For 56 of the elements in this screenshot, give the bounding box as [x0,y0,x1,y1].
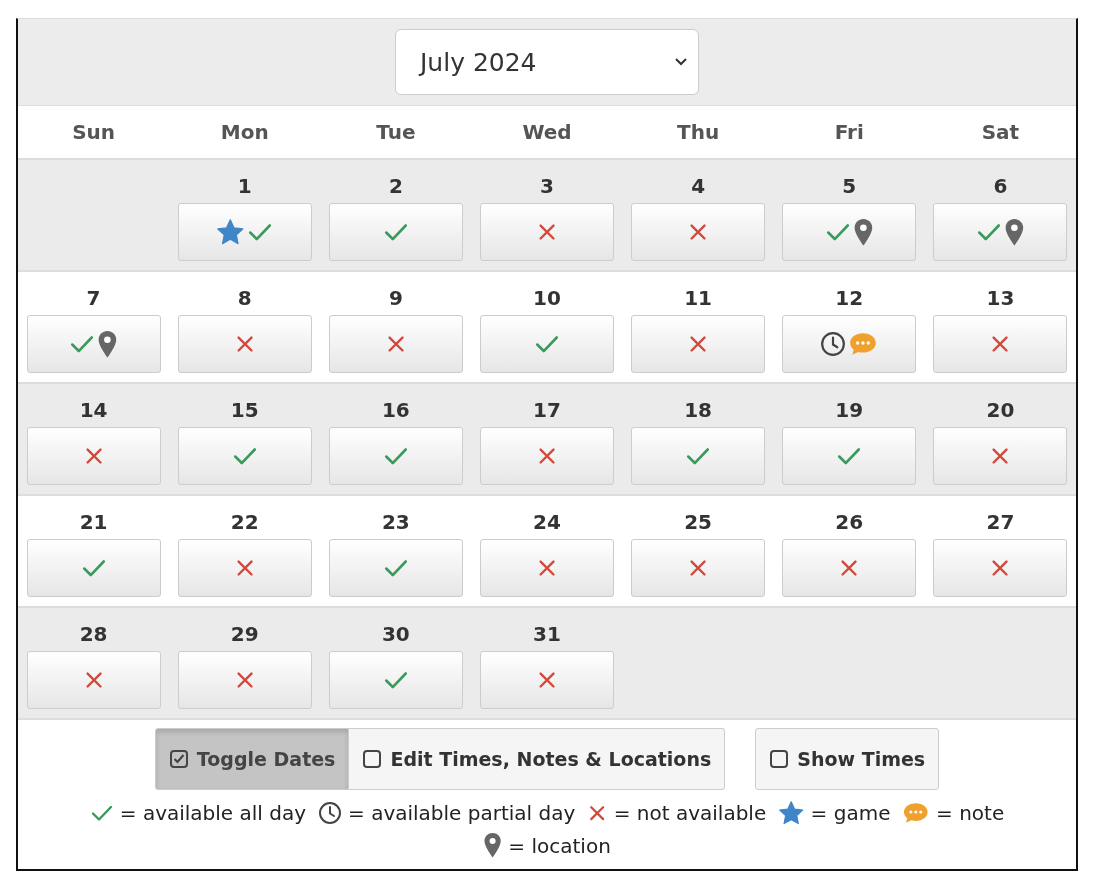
star-icon [216,217,245,247]
day-number: 5 [842,173,857,199]
day-button[interactable] [933,203,1068,261]
speech-bubble-icon [848,331,879,357]
legend-label: = note [936,801,1005,826]
day-number: 29 [230,621,259,647]
day-number: 26 [835,509,864,535]
day-number: 24 [533,509,561,535]
toggle-button[interactable]: Edit Times, Notes & Locations [349,728,726,790]
clock-icon [820,331,847,357]
day-number: 20 [986,397,1015,423]
day-number: 21 [79,509,108,535]
legend-label: = location [508,833,611,858]
legend-label: = not available [613,801,767,826]
month-select[interactable]: July 2024 [395,29,699,95]
clock-icon [318,801,343,826]
day-button[interactable] [782,315,917,373]
day-number: 18 [684,397,713,423]
day-number: 28 [79,621,108,647]
day-number: 6 [993,173,1008,199]
star-icon [778,800,805,827]
day-number: 10 [533,285,561,311]
day-number: 27 [986,509,1015,535]
day-number: 2 [388,173,403,199]
day-number: 4 [691,173,706,199]
toggle-button[interactable]: Show Times [755,728,940,790]
day-number: 25 [684,509,713,535]
chevron-down-icon [674,57,688,67]
day-number: 22 [230,509,259,535]
day-number: 16 [381,397,410,423]
legend-label: = available all day [119,801,307,826]
day-number: 9 [388,285,403,311]
day-button[interactable] [26,315,161,373]
day-number: 1 [237,173,252,199]
day-number: 13 [986,285,1015,311]
day-number: 14 [79,397,108,423]
day-number: 11 [684,285,713,311]
day-number: 3 [540,173,554,199]
map-pin-icon [852,217,874,247]
legend-label: = available partial day [348,801,576,826]
day-number: 15 [230,397,259,423]
day-button[interactable] [177,203,312,261]
day-number: 19 [835,397,864,423]
map-pin-icon [1004,217,1025,247]
day-number: 8 [237,285,252,311]
day-number: 30 [381,621,410,647]
toggle-button[interactable]: Toggle Dates [154,728,350,790]
map-pin-icon [97,329,118,359]
day-number: 17 [533,397,561,423]
day-number: 7 [86,285,101,311]
map-pin-icon [483,832,503,859]
day-button[interactable] [782,203,917,261]
legend-label: = game [810,801,891,826]
day-number: 23 [381,509,410,535]
day-number: 31 [533,621,561,647]
day-number: 12 [835,285,864,311]
